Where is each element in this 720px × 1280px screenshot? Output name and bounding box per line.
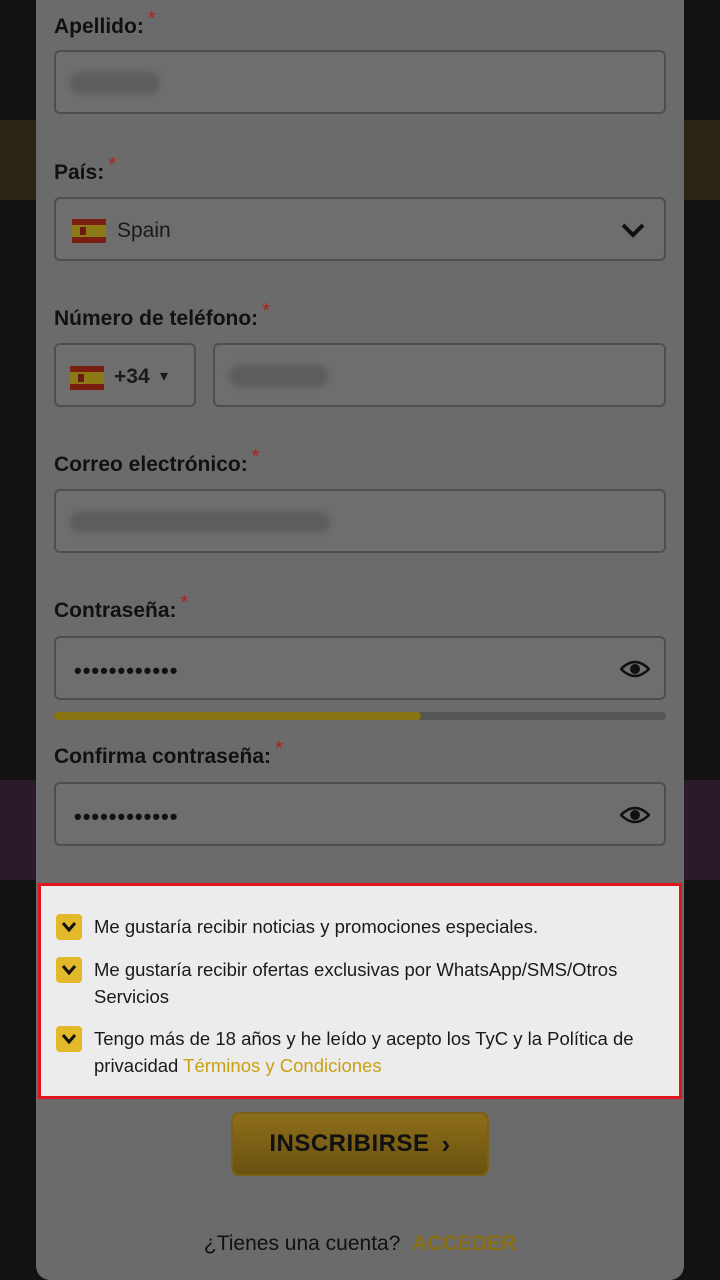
login-question: ¿Tienes una cuenta?: [203, 1232, 401, 1255]
consent-news-text: Me gustaría recibir noticias y promocion…: [94, 916, 539, 937]
blurred-value: [70, 72, 160, 94]
telefono-label: Número de teléfono: *: [54, 300, 270, 330]
confirm-password-value: ••••••••••••: [74, 804, 179, 829]
blurred-value: [229, 365, 329, 387]
phone-prefix-select[interactable]: +34 ▾: [54, 343, 196, 407]
password-strength-bar: [54, 712, 666, 720]
confirma-label: Confirma contraseña: *: [54, 738, 283, 768]
eye-icon[interactable]: [620, 656, 650, 682]
checkbox-news[interactable]: [56, 914, 82, 940]
spain-flag-icon: [72, 219, 106, 243]
chevron-check-icon: [61, 1034, 77, 1045]
contrasena-label: Contraseña: *: [54, 592, 189, 622]
chevron-check-icon: [61, 965, 77, 976]
blurred-value: [70, 511, 330, 533]
country-select[interactable]: Spain: [54, 197, 666, 261]
consent-terms-text: Tengo más de 18 años y he leído y acepto…: [94, 1025, 654, 1079]
login-link[interactable]: ACCEDER: [412, 1232, 516, 1255]
chevron-right-icon: ›: [441, 1128, 451, 1159]
consents-highlight-box: Me gustaría recibir noticias y promocion…: [38, 883, 682, 1099]
password-value: ••••••••••••: [74, 658, 179, 683]
submit-button[interactable]: INSCRIBIRSE ›: [231, 1112, 489, 1176]
spain-flag-icon: [70, 366, 104, 390]
apellido-label: Apellido: *: [54, 8, 156, 38]
background-blur: [0, 780, 36, 880]
password-input[interactable]: ••••••••••••: [54, 636, 666, 700]
confirm-password-input[interactable]: ••••••••••••: [54, 782, 666, 846]
email-input[interactable]: [54, 489, 666, 553]
consent-offers-text: Me gustaría recibir ofertas exclusivas p…: [94, 959, 618, 1007]
pais-label: País: *: [54, 154, 116, 184]
chevron-check-icon: [61, 922, 77, 933]
phone-prefix-value: +34: [114, 365, 150, 388]
background-blur: [684, 120, 720, 200]
country-value: Spain: [117, 219, 171, 242]
caret-down-icon: ▾: [160, 368, 169, 385]
login-prompt: ¿Tienes una cuenta? ACCEDER: [0, 1232, 720, 1256]
chevron-down-icon: [621, 223, 645, 238]
checkbox-offers[interactable]: [56, 957, 82, 983]
background-blur: [684, 780, 720, 880]
checkbox-terms[interactable]: [56, 1026, 82, 1052]
password-strength-fill: [54, 712, 422, 720]
correo-label: Correo electrónico: *: [54, 446, 260, 476]
terms-link[interactable]: Términos y Condiciones: [183, 1055, 381, 1076]
apellido-input[interactable]: [54, 50, 666, 114]
submit-label: INSCRIBIRSE: [269, 1130, 430, 1157]
background-blur: [0, 120, 36, 200]
eye-icon[interactable]: [620, 802, 650, 828]
phone-number-input[interactable]: [213, 343, 666, 407]
